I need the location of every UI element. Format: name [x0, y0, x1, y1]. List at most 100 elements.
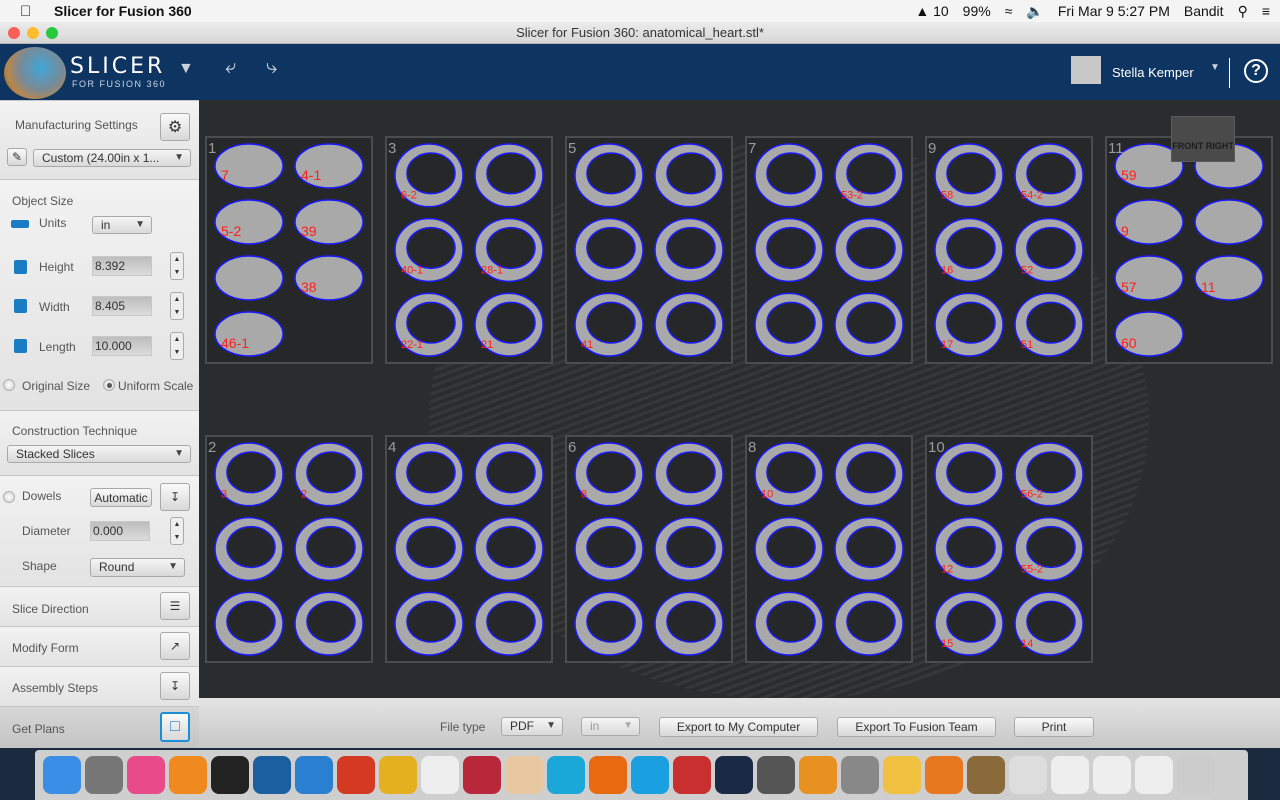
height-stepper[interactable]: ▲ ▼	[170, 252, 184, 280]
app-menu-dropdown-icon[interactable]: ▼︎	[178, 60, 194, 78]
units-select[interactable]: in ▼	[92, 216, 152, 234]
volume-icon[interactable]: 🔈	[1026, 3, 1043, 20]
export-units-select[interactable]: in ▼	[581, 717, 640, 736]
dock-app-icon[interactable]	[463, 756, 501, 794]
plan-sheet[interactable]: 8 10	[745, 435, 913, 663]
uniform-scale-label[interactable]: Uniform Scale	[118, 379, 193, 393]
user-dropdown-icon[interactable]: ▼	[1210, 62, 1220, 73]
dock-app-icon[interactable]	[925, 756, 963, 794]
dock-app-icon[interactable]	[1009, 756, 1047, 794]
sheet-pieces: 8	[574, 442, 724, 656]
assembly-steps-step[interactable]: Assembly Steps ↧	[0, 666, 199, 706]
sheet-number: 10	[928, 439, 945, 456]
dock-app-icon[interactable]	[547, 756, 585, 794]
dock-app-icon[interactable]	[43, 756, 81, 794]
file-type-select[interactable]: PDF ▼	[501, 717, 563, 736]
plan-sheet[interactable]: 4	[385, 435, 553, 663]
wifi-icon[interactable]: ≈	[1005, 3, 1013, 19]
modify-form-icon[interactable]: ↗	[160, 632, 190, 660]
dock-app-icon[interactable]	[253, 756, 291, 794]
width-stepper[interactable]: ▲ ▼	[170, 292, 184, 320]
redo-icon[interactable]: ⤷	[266, 56, 277, 79]
dock-app-icon[interactable]	[421, 756, 459, 794]
dock-app-icon[interactable]	[715, 756, 753, 794]
clock[interactable]: Fri Mar 9 5:27 PM	[1058, 3, 1170, 19]
dock-app-icon[interactable]	[379, 756, 417, 794]
dock-app-icon[interactable]	[883, 756, 921, 794]
manufacturing-preset-select[interactable]: Custom (24.00in x 1... ▼	[33, 149, 191, 167]
plans-viewport[interactable]: 1 7 4-1 5-2 39 38 46-1 3 6-2 40-1 28-1 22-1 21 5 41 7 53…	[199, 100, 1280, 698]
notification-icon[interactable]: ≡	[1262, 3, 1270, 19]
print-button[interactable]: Print	[1014, 717, 1094, 737]
dock-app-icon[interactable]	[1093, 756, 1131, 794]
original-size-radio[interactable]	[3, 379, 15, 391]
diameter-input[interactable]: 0.000	[90, 521, 150, 541]
plan-sheet[interactable]: 3 6-2 40-1 28-1 22-1 21	[385, 136, 553, 364]
dock-app-icon[interactable]	[1135, 756, 1173, 794]
dock-app-icon[interactable]	[1177, 756, 1215, 794]
length-stepper[interactable]: ▲ ▼	[170, 332, 184, 360]
dock-app-icon[interactable]	[505, 756, 543, 794]
plan-sheet[interactable]: 7 53-2	[745, 136, 913, 364]
plan-sheet[interactable]: 68	[565, 435, 733, 663]
user-name[interactable]: Stella Kemper	[1112, 65, 1194, 80]
plan-sheet[interactable]: 10 56-2 12 55-2 15 14	[925, 435, 1093, 663]
user-menu[interactable]: Bandit	[1184, 3, 1224, 19]
dock-app-icon[interactable]	[757, 756, 795, 794]
dock-app-icon[interactable]	[337, 756, 375, 794]
slice-direction-step[interactable]: Slice Direction ☰	[0, 586, 199, 626]
construction-select[interactable]: Stacked Slices ▼	[7, 445, 191, 463]
piece-label: 10	[761, 489, 773, 501]
plan-sheet[interactable]: 11 59 9 57 11 60	[1105, 136, 1273, 364]
apple-icon[interactable]: 	[20, 3, 36, 20]
plan-sheet[interactable]: 9 58 54-2 16 52 17 51	[925, 136, 1093, 364]
dock-app-icon[interactable]	[85, 756, 123, 794]
piece-hole	[406, 451, 456, 494]
minimize-button[interactable]	[27, 27, 39, 39]
help-button[interactable]: ?	[1244, 59, 1268, 83]
dock-app-icon[interactable]	[967, 756, 1005, 794]
undo-icon[interactable]: ⤶	[225, 56, 236, 79]
assembly-icon[interactable]: ↧	[160, 672, 190, 700]
uniform-scale-radio[interactable]	[103, 379, 115, 391]
original-size-label[interactable]: Original Size	[22, 379, 90, 393]
dock-app-icon[interactable]	[169, 756, 207, 794]
dowels-mode-button[interactable]: Automatic	[90, 488, 152, 507]
dock-app-icon[interactable]	[1051, 756, 1089, 794]
export-to-computer-button[interactable]: Export to My Computer	[659, 717, 818, 737]
view-cube[interactable]: FRONT RIGHT	[1171, 116, 1235, 162]
length-input[interactable]: 10.000	[92, 336, 152, 356]
piece-outline	[214, 255, 284, 301]
height-input[interactable]: 8.392	[92, 256, 152, 276]
gear-icon[interactable]: ⚙	[160, 113, 190, 141]
dock-app-icon[interactable]	[841, 756, 879, 794]
modify-form-step[interactable]: Modify Form ↗	[0, 626, 199, 666]
plan-sheet[interactable]: 232	[205, 435, 373, 663]
dock-app-icon[interactable]	[673, 756, 711, 794]
dock-app-icon[interactable]	[631, 756, 669, 794]
close-button[interactable]	[8, 27, 20, 39]
plan-sheet[interactable]: 1 7 4-1 5-2 39 38 46-1	[205, 136, 373, 364]
dowels-insert-icon[interactable]: ↧	[160, 483, 190, 511]
app-menu[interactable]: Slicer for Fusion 360	[54, 3, 192, 19]
dock-app-icon[interactable]	[295, 756, 333, 794]
dock-app-icon[interactable]	[799, 756, 837, 794]
plan-sheet[interactable]: 5 41	[565, 136, 733, 364]
zoom-button[interactable]	[46, 27, 58, 39]
spotlight-icon[interactable]: ⚲	[1238, 3, 1248, 20]
battery-status[interactable]: 99%	[963, 3, 991, 19]
get-plans-step[interactable]: Get Plans □	[0, 706, 199, 748]
adobe-icon[interactable]: ▲ 10	[915, 3, 948, 19]
slice-direction-icon[interactable]: ☰	[160, 592, 190, 620]
shape-select[interactable]: Round ▼	[90, 558, 185, 577]
dock-app-icon[interactable]	[211, 756, 249, 794]
dock-app-icon[interactable]	[589, 756, 627, 794]
get-plans-icon[interactable]: □	[160, 712, 190, 742]
dock-app-icon[interactable]	[127, 756, 165, 794]
pencil-icon[interactable]: ✎	[7, 148, 27, 166]
avatar[interactable]	[1071, 56, 1101, 84]
diameter-stepper[interactable]: ▲ ▼	[170, 517, 184, 545]
dowels-toggle[interactable]	[3, 491, 15, 503]
width-input[interactable]: 8.405	[92, 296, 152, 316]
export-to-fusion-team-button[interactable]: Export To Fusion Team	[837, 717, 996, 737]
